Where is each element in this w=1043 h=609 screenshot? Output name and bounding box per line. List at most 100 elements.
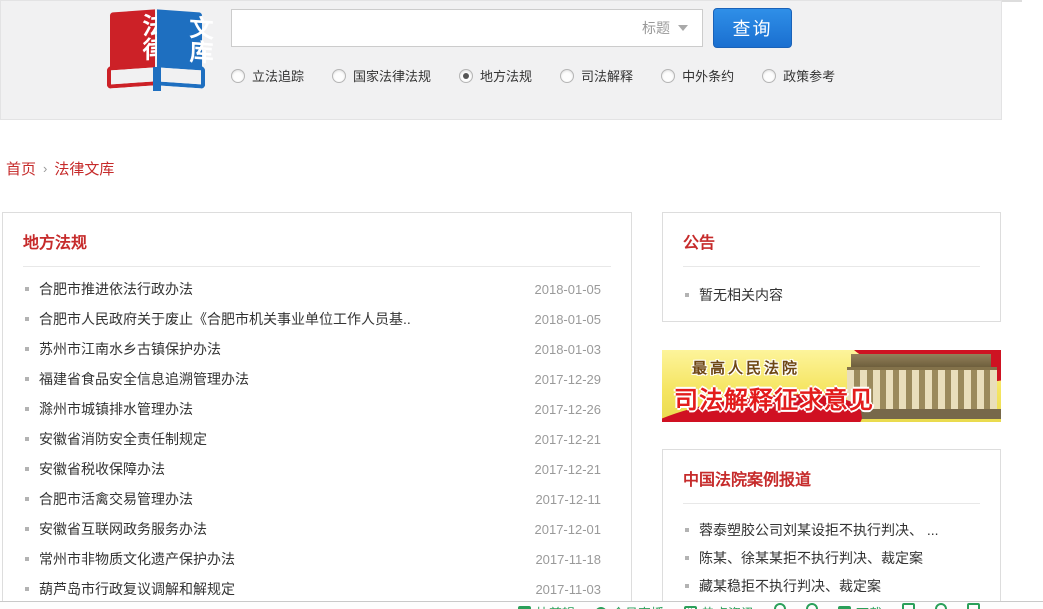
- toolbar-item-hot-news[interactable]: 热 热点资讯: [684, 603, 754, 609]
- panel-title: 中国法院案例报道: [663, 450, 1000, 494]
- logo-right-text: 文库: [167, 10, 212, 64]
- doc-link[interactable]: 常州市非物质文化遗产保护办法: [39, 549, 235, 569]
- radio-treaties[interactable]: 中外条约: [661, 66, 734, 85]
- toolbar-icon-button[interactable]: [935, 603, 947, 609]
- local-regulations-panel: 地方法规 合肥市推进依法行政办法 2018-01-05 合肥市人民政府关于废止《合…: [2, 212, 632, 609]
- search-field-select[interactable]: 标题: [628, 18, 702, 38]
- bullet-icon: [25, 587, 29, 591]
- bullet-icon: [25, 497, 29, 501]
- notice-panel: 公告 暂无相关内容: [662, 212, 1001, 322]
- radio-icon[interactable]: [661, 69, 675, 83]
- doc-date: 2017-12-26: [523, 402, 602, 417]
- logo-book-cover-right: [157, 63, 205, 88]
- doc-date: 2017-11-03: [523, 582, 601, 597]
- banner-line2: 司法解释征求意见: [674, 380, 874, 415]
- bullet-icon: [685, 584, 689, 588]
- doc-link[interactable]: 安徽省税收保障办法: [39, 459, 165, 479]
- toolbar-items: ▶ 快剪辑 会员直播 热 热点资讯 ↓ 下载: [0, 602, 1043, 609]
- list-item: 常州市非物质文化遗产保护办法 2017-11-18: [3, 544, 631, 574]
- bullet-icon: [25, 527, 29, 531]
- list-item: 滁州市城镇排水管理办法 2017-12-26: [3, 394, 631, 424]
- radio-label: 国家法律法规: [353, 66, 431, 85]
- radio-label: 司法解释: [581, 66, 633, 85]
- radio-label: 立法追踪: [252, 66, 304, 85]
- toolbar-icon-button[interactable]: [774, 603, 786, 609]
- case-link[interactable]: 陈某、徐某某拒不执行判决、裁定案: [699, 548, 923, 568]
- supreme-court-banner[interactable]: 最高人民法院 司法解释征求意见: [662, 350, 1001, 422]
- chevron-down-icon: [678, 25, 688, 31]
- site-logo[interactable]: 法律 文库: [107, 7, 207, 111]
- toolbar-icon-button[interactable]: [806, 603, 818, 609]
- case-link[interactable]: 藏某稳拒不执行判决、裁定案: [699, 576, 881, 596]
- doc-date: 2018-01-03: [523, 342, 602, 357]
- toolbar-item-quick-edit[interactable]: ▶ 快剪辑: [518, 603, 575, 609]
- court-cases-panel: 中国法院案例报道 蓉泰塑胶公司刘某设拒不执行判决、 ... 陈某、徐某某拒不执行…: [662, 449, 1001, 609]
- radio-policy-reference[interactable]: 政策参考: [762, 66, 835, 85]
- doc-link[interactable]: 苏州市江南水乡古镇保护办法: [39, 339, 221, 359]
- browser-bottom-toolbar: ▶ 快剪辑 会员直播 热 热点资讯 ↓ 下载: [0, 601, 1043, 609]
- square-icon: [967, 603, 980, 609]
- radio-icon[interactable]: [231, 69, 245, 83]
- toolbar-item-member-live[interactable]: 会员直播: [595, 603, 664, 609]
- list-item: 暂无相关内容: [663, 279, 1000, 311]
- radio-local-regulations[interactable]: 地方法规: [459, 66, 532, 85]
- regulation-list: 合肥市推进依法行政办法 2018-01-05 合肥市人民政府关于废止《合肥市机关事…: [3, 274, 631, 604]
- toolbar-item-download[interactable]: ↓ 下载: [838, 603, 882, 609]
- doc-date: 2017-12-01: [523, 522, 602, 537]
- doc-link[interactable]: 合肥市人民政府关于废止《合肥市机关事业单位工作人员基..: [39, 309, 411, 329]
- query-button[interactable]: 查询: [713, 8, 792, 48]
- divider: [23, 266, 611, 267]
- radio-label: 地方法规: [480, 66, 532, 85]
- list-item: 安徽省互联网政务服务办法 2017-12-01: [3, 514, 631, 544]
- square-icon: [902, 603, 915, 609]
- radio-icon[interactable]: [762, 69, 776, 83]
- doc-link[interactable]: 安徽省互联网政务服务办法: [39, 519, 207, 539]
- list-item: 蓉泰塑胶公司刘某设拒不执行判决、 ...: [663, 516, 1000, 544]
- bullet-icon: [685, 528, 689, 532]
- list-item: 合肥市活禽交易管理办法2017-12-11: [3, 484, 631, 514]
- bullet-icon: [25, 407, 29, 411]
- toolbar-label: 会员直播: [612, 603, 664, 609]
- radio-legislation-tracking[interactable]: 立法追踪: [231, 66, 304, 85]
- doc-link[interactable]: 葫芦岛市行政复议调解和解规定: [39, 579, 235, 599]
- toolbar-icon-button[interactable]: [967, 603, 980, 609]
- bullet-icon: [685, 293, 689, 297]
- doc-link[interactable]: 滁州市城镇排水管理办法: [39, 399, 193, 419]
- doc-link[interactable]: 合肥市活禽交易管理办法: [39, 489, 193, 509]
- circle-icon: [806, 603, 818, 609]
- doc-date: 2017-11-18: [523, 552, 601, 567]
- bullet-icon: [685, 556, 689, 560]
- bullet-icon: [25, 287, 29, 291]
- doc-date: 2017-12-21: [523, 432, 602, 447]
- radio-icon[interactable]: [459, 69, 473, 83]
- list-item: 安徽省税收保障办法 2017-12-21: [3, 454, 631, 484]
- search-field-label: 标题: [642, 18, 670, 38]
- breadcrumb-home-link[interactable]: 首页: [6, 158, 36, 179]
- radio-national-laws[interactable]: 国家法律法规: [332, 66, 431, 85]
- doc-date: 2017-12-21: [523, 462, 602, 477]
- case-list: 蓉泰塑胶公司刘某设拒不执行判决、 ... 陈某、徐某某拒不执行判决、裁定案 藏某…: [663, 516, 1000, 600]
- list-item: 苏州市江南水乡古镇保护办法 2018-01-03: [3, 334, 631, 364]
- case-link[interactable]: 蓉泰塑胶公司刘某设拒不执行判决、 ...: [699, 520, 939, 540]
- panel-title: 公告: [663, 213, 1000, 257]
- doc-link[interactable]: 合肥市推进依法行政办法: [39, 279, 193, 299]
- breadcrumb-current[interactable]: 法律文库: [54, 158, 114, 179]
- doc-link[interactable]: 安徽省消防安全责任制规定: [39, 429, 207, 449]
- panel-title: 地方法规: [3, 213, 631, 257]
- radio-icon[interactable]: [560, 69, 574, 83]
- toolbar-icon-button[interactable]: [902, 603, 915, 609]
- header: 法律 文库 标题 查询 立法追踪 国家法律法规: [0, 0, 1002, 120]
- radio-label: 中外条约: [682, 66, 734, 85]
- list-item: 安徽省消防安全责任制规定 2017-12-21: [3, 424, 631, 454]
- radio-judicial-interpretation[interactable]: 司法解释: [560, 66, 633, 85]
- bullet-icon: [25, 557, 29, 561]
- doc-link[interactable]: 福建省食品安全信息追溯管理办法: [39, 369, 249, 389]
- page: 法律 文库 标题 查询 立法追踪 国家法律法规: [0, 0, 1043, 609]
- bullet-icon: [25, 467, 29, 471]
- search-input[interactable]: [232, 10, 628, 46]
- doc-date: 2018-01-05: [523, 282, 602, 297]
- top-divider: [1002, 0, 1022, 2]
- radio-icon[interactable]: [332, 69, 346, 83]
- list-item: 合肥市人民政府关于废止《合肥市机关事业单位工作人员基..2018-01-05: [3, 304, 631, 334]
- bullet-icon: [25, 317, 29, 321]
